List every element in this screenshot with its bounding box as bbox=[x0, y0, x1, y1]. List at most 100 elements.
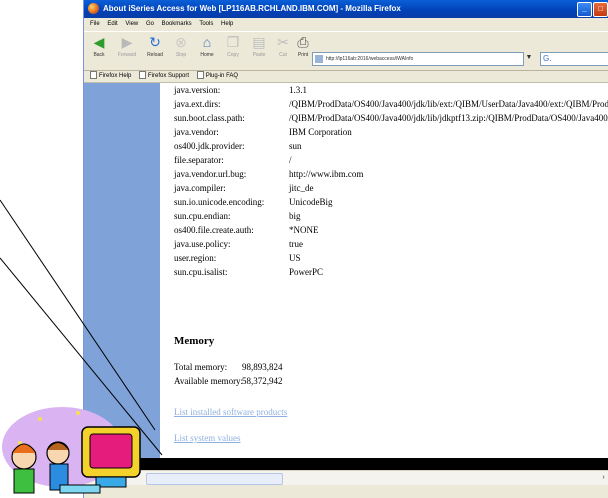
search-box[interactable]: G. bbox=[540, 52, 608, 66]
copy-label: Copy bbox=[227, 52, 239, 58]
bookmark-firefox-support[interactable]: Firefox Support bbox=[139, 70, 189, 82]
list-system-values-link[interactable]: List system values bbox=[174, 433, 241, 443]
star-icon bbox=[38, 417, 42, 421]
menu-help[interactable]: Help bbox=[221, 19, 233, 30]
print-label: Print bbox=[297, 52, 309, 58]
menu-bar: File Edit View Go Bookmarks Tools Help bbox=[84, 19, 608, 30]
page-icon bbox=[196, 71, 204, 80]
total-memory-value: 98,893,824 bbox=[242, 362, 283, 372]
back-arrow-icon: ◀ bbox=[93, 34, 105, 50]
firefox-window: About iSeries Access for Web [LP116AB.RC… bbox=[83, 0, 608, 498]
window-title: About iSeries Access for Web [LP116AB.RC… bbox=[103, 4, 401, 13]
bookmark-plugin-faq[interactable]: Plug-in FAQ bbox=[196, 70, 239, 82]
menu-tools[interactable]: Tools bbox=[199, 19, 213, 30]
menu-go[interactable]: Go bbox=[146, 19, 154, 30]
home-label: Home bbox=[200, 52, 214, 58]
property-key: sun.cpu.endian: bbox=[174, 211, 231, 221]
bookmark-label: Firefox Support bbox=[148, 73, 190, 79]
property-key: java.vendor.url.bug: bbox=[174, 169, 247, 179]
reload-icon: ↻ bbox=[149, 34, 161, 50]
reload-button[interactable]: ↻ Reload bbox=[142, 34, 168, 58]
property-key: file.separator: bbox=[174, 155, 224, 165]
property-value: UnicodeBig bbox=[289, 197, 333, 207]
property-key: sun.io.unicode.encoding: bbox=[174, 197, 265, 207]
people-computer-clipart bbox=[2, 407, 141, 494]
property-key: java.ext.dirs: bbox=[174, 99, 221, 109]
memory-heading: Memory bbox=[174, 335, 215, 347]
page-content: java.version: 1.3.1 java.ext.dirs: /QIBM/P… bbox=[84, 83, 608, 458]
forward-button[interactable]: ▶ Forward bbox=[114, 34, 140, 58]
address-dropdown-button[interactable]: ▼ bbox=[524, 52, 534, 64]
property-key: java.use.policy: bbox=[174, 239, 231, 249]
minimize-button[interactable]: _ bbox=[577, 2, 592, 17]
available-memory-row: Available memory: 58,372,942 bbox=[174, 376, 283, 386]
paste-icon: ▤ bbox=[252, 34, 266, 50]
property-value: /QIBM/ProdData/OS400/Java400/jdk/lib/jdk… bbox=[289, 113, 608, 123]
list-software-products-link[interactable]: List installed software products bbox=[174, 407, 287, 417]
property-value: http://www.ibm.com bbox=[289, 169, 364, 179]
copy-icon: ❐ bbox=[226, 34, 240, 50]
bookmark-firefox-help[interactable]: Firefox Help bbox=[90, 70, 131, 82]
reload-label: Reload bbox=[147, 52, 163, 58]
property-key: java.compiler: bbox=[174, 183, 226, 193]
stop-label: Stop bbox=[175, 52, 187, 58]
property-key: java.version: bbox=[174, 85, 221, 95]
stop-button[interactable]: ⊗ Stop bbox=[168, 34, 194, 58]
printer-icon: ⎙ bbox=[297, 34, 309, 50]
scissors-icon: ✂ bbox=[277, 34, 289, 50]
total-memory-label: Total memory: bbox=[174, 362, 228, 372]
back-button[interactable]: ◀ Back bbox=[86, 34, 112, 58]
property-value: 1.3.1 bbox=[289, 85, 307, 95]
stop-icon: ⊗ bbox=[175, 34, 187, 50]
paste-button[interactable]: ▤ Paste bbox=[246, 34, 272, 58]
google-search-icon: G. bbox=[543, 54, 552, 63]
property-key: os400.jdk.provider: bbox=[174, 141, 245, 151]
forward-arrow-icon: ▶ bbox=[121, 34, 133, 50]
address-bar[interactable]: http://lp116ab:2016/webaccess/iWAInfo bbox=[312, 52, 524, 66]
property-key: java.vendor: bbox=[174, 127, 219, 137]
star-icon bbox=[76, 411, 80, 415]
page-icon bbox=[90, 71, 97, 80]
property-key: sun.boot.class.path: bbox=[174, 113, 245, 123]
bookmark-label: Plug-in FAQ bbox=[205, 73, 239, 79]
person-body bbox=[13, 468, 35, 494]
menu-bookmarks[interactable]: Bookmarks bbox=[162, 19, 192, 30]
copy-button[interactable]: ❐ Copy bbox=[220, 34, 246, 58]
paste-label: Paste bbox=[252, 52, 266, 58]
property-value: / bbox=[289, 155, 292, 165]
keyboard-icon bbox=[59, 484, 101, 494]
close-button[interactable]: □ bbox=[593, 2, 608, 17]
property-key: sun.cpu.isalist: bbox=[174, 267, 228, 277]
property-key: user.region: bbox=[174, 253, 217, 263]
property-value: true bbox=[289, 239, 303, 249]
monitor-screen bbox=[89, 433, 133, 469]
home-icon: ⌂ bbox=[202, 34, 212, 50]
property-value: IBM Corporation bbox=[289, 127, 352, 137]
firefox-icon bbox=[88, 3, 99, 14]
back-label: Back bbox=[93, 52, 105, 58]
available-memory-value: 58,372,942 bbox=[242, 376, 283, 386]
property-value: PowerPC bbox=[289, 267, 324, 277]
horizontal-scrollbar[interactable]: › bbox=[84, 470, 608, 485]
menu-view[interactable]: View bbox=[125, 19, 138, 30]
cut-label: Cut bbox=[279, 52, 287, 58]
total-memory-row: Total memory: 98,893,824 bbox=[174, 362, 283, 372]
property-value: sun bbox=[289, 141, 302, 151]
menu-file[interactable]: File bbox=[90, 19, 100, 30]
property-value: big bbox=[289, 211, 301, 221]
page-icon bbox=[139, 71, 147, 80]
home-button[interactable]: ⌂ Home bbox=[194, 34, 220, 58]
menu-edit[interactable]: Edit bbox=[107, 19, 117, 30]
bookmarks-toolbar: Firefox Help Firefox Support Plug-in FAQ bbox=[84, 70, 608, 83]
property-key: os400.file.create.auth: bbox=[174, 225, 254, 235]
title-bar: About iSeries Access for Web [LP116AB.RC… bbox=[84, 0, 608, 18]
property-value: /QIBM/ProdData/OS400/Java400/jdk/lib/ext… bbox=[289, 99, 608, 109]
bookmark-label: Firefox Help bbox=[99, 73, 132, 79]
address-url: http://lp116ab:2016/webaccess/iWAInfo bbox=[326, 56, 414, 62]
scrollbar-thumb[interactable] bbox=[146, 473, 283, 485]
status-bar bbox=[84, 458, 608, 470]
property-value: *NONE bbox=[289, 225, 319, 235]
property-value: US bbox=[289, 253, 301, 263]
available-memory-label: Available memory: bbox=[174, 376, 244, 386]
scroll-right-arrow-icon[interactable]: › bbox=[599, 473, 608, 483]
